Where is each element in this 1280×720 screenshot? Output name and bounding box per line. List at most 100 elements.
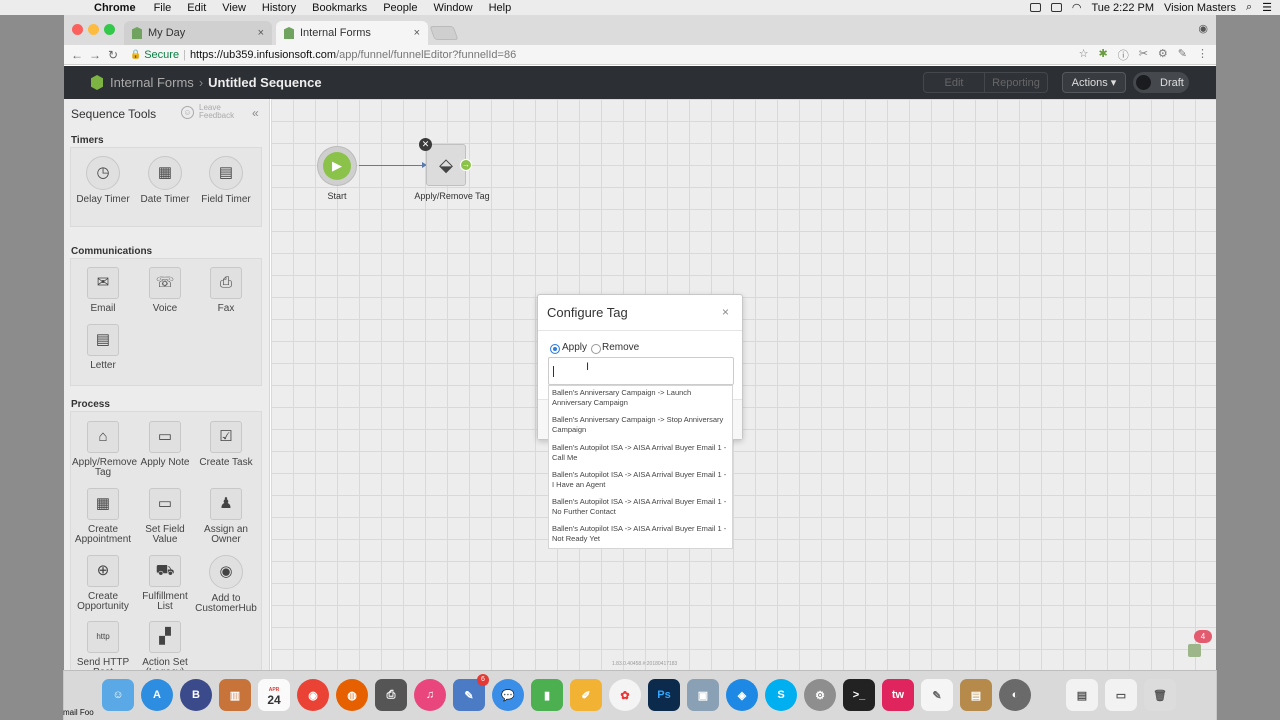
edit-mode-button[interactable]: Edit (923, 72, 985, 93)
tag-search-input[interactable] (548, 357, 734, 385)
page-title[interactable]: Untitled Sequence (208, 75, 321, 90)
pages-icon[interactable]: ✐ (570, 679, 602, 711)
safari-icon[interactable]: ◈ (726, 679, 758, 711)
tool-voice[interactable]: ☏ Voice (134, 267, 196, 314)
wifi-icon[interactable]: ◠ (1072, 1, 1082, 14)
menu-people[interactable]: People (383, 2, 417, 14)
terminal-icon[interactable]: >_ (843, 679, 875, 711)
tool-apply-remove-tag[interactable]: ⌂ Apply/Remove Tag (72, 421, 137, 478)
downloads-folder-icon[interactable]: ▭ (1105, 679, 1137, 711)
battery-icon[interactable] (1050, 3, 1062, 12)
motion-icon[interactable]: ◐ (999, 679, 1031, 711)
tag-option[interactable]: Ballen's Autopilot ISA -> AISA Arrival B… (549, 522, 732, 548)
system-preferences-icon[interactable]: ⚙ (804, 679, 836, 711)
menu-edit[interactable]: Edit (187, 2, 206, 14)
collapse-sidebar-icon[interactable]: « (252, 106, 259, 120)
tag-option[interactable]: Ballen's Autopilot ISA -> AISA Arrival B… (549, 441, 732, 468)
address-bar[interactable]: 🔒 Secure | https://ub359.infusionsoft.co… (130, 46, 1090, 63)
actions-dropdown-button[interactable]: Actions ▾ (1062, 72, 1126, 93)
messages-icon[interactable]: 💬 (492, 679, 524, 711)
tab-close-icon[interactable]: × (258, 27, 264, 39)
menu-view[interactable]: View (222, 2, 246, 14)
zoom-window-button[interactable] (104, 24, 115, 35)
new-tab-button[interactable] (429, 26, 459, 40)
finder-icon[interactable]: ☺ (102, 679, 134, 711)
trash-icon[interactable]: 🗑 (1144, 679, 1176, 711)
notification-center-icon[interactable]: ☰ (1262, 1, 1272, 14)
tool-fax[interactable]: ⎙ Fax (195, 267, 257, 314)
tag-option[interactable]: Ballen's Anniversary Campaign -> Launch … (549, 386, 732, 413)
remove-radio[interactable] (591, 344, 601, 354)
reporting-mode-button[interactable]: Reporting (984, 72, 1048, 93)
tool-date-timer[interactable]: ▦ Date Timer (134, 156, 196, 205)
numbers-icon[interactable]: ▮ (531, 679, 563, 711)
textedit-icon[interactable]: ✎ (921, 679, 953, 711)
tool-field-timer[interactable]: ▤ Field Timer (195, 156, 257, 205)
menubar-user[interactable]: Vision Masters (1164, 2, 1236, 14)
extension-icon[interactable]: ✱ (1098, 47, 1107, 63)
notebook-icon[interactable]: ▥ (219, 679, 251, 711)
skype-icon[interactable]: S (765, 679, 797, 711)
remove-radio-label[interactable]: Remove (602, 342, 639, 353)
firefox-icon[interactable]: ◍ (336, 679, 368, 711)
apply-radio[interactable] (550, 344, 560, 354)
screen-icon[interactable] (1029, 3, 1041, 12)
support-icon[interactable] (1188, 644, 1201, 657)
tool-add-to-customerhub[interactable]: ◉ Add to CustomerHub (195, 555, 257, 614)
sequence-connector[interactable] (359, 165, 425, 166)
spotlight-icon[interactable]: ⌕ (1246, 1, 1252, 14)
tool-email[interactable]: ✉ Email (72, 267, 134, 314)
image-capture-icon[interactable]: ▣ (687, 679, 719, 711)
tool-set-field-value[interactable]: ▭ Set Field Value (134, 488, 196, 545)
draft-toggle[interactable]: Draft (1133, 72, 1189, 93)
tool-letter[interactable]: ▤ Letter (72, 324, 134, 371)
close-window-button[interactable] (72, 24, 83, 35)
documents-folder-icon[interactable]: ▤ (1066, 679, 1098, 711)
tool-delay-timer[interactable]: ◷ Delay Timer (72, 156, 134, 205)
delete-node-icon[interactable]: ✕ (419, 138, 432, 151)
menu-app-name[interactable]: Chrome (94, 2, 136, 14)
tool-assign-owner[interactable]: ♟ Assign an Owner (195, 488, 257, 545)
tool-action-set-legacy[interactable]: ▞ Action Set (Legacy) (134, 621, 196, 670)
leave-feedback-link[interactable]: ☺ Leave Feedback (181, 104, 234, 120)
tool-fulfillment-list[interactable]: ⛟ Fulfillment List (134, 555, 196, 612)
extension-icon[interactable]: ✂ (1139, 47, 1148, 63)
tool-create-appointment[interactable]: ▦ Create Appointment (72, 488, 134, 545)
tag-option[interactable]: Ballen's Autopilot ISA -> AISA Arrival B… (549, 495, 732, 522)
profile-icon[interactable]: ◉ (1198, 22, 1208, 35)
tool-create-task[interactable]: ☑ Create Task (195, 421, 257, 468)
calendar-app-icon[interactable]: APR 24 (258, 679, 290, 711)
reload-icon[interactable]: ↻ (104, 48, 122, 62)
menu-dots-icon[interactable]: ⋮ (1197, 47, 1208, 63)
photos-icon[interactable]: ✿ (609, 679, 641, 711)
tool-create-opportunity[interactable]: ⊕ Create Opportunity (72, 555, 134, 612)
menu-file[interactable]: File (154, 2, 172, 14)
bookmark-star-icon[interactable]: ☆ (1079, 47, 1089, 63)
close-dialog-icon[interactable]: × (722, 305, 729, 319)
printer-icon[interactable]: ⎙ (375, 679, 407, 711)
apply-radio-label[interactable]: Apply (562, 342, 587, 353)
notification-badge[interactable]: 4 (1194, 630, 1212, 643)
menubar-clock[interactable]: Tue 2:22 PM (1091, 2, 1154, 14)
tag-option[interactable]: Ballen's Anniversary Campaign -> Stop An… (549, 413, 732, 440)
sequence-canvas[interactable]: ▶ Start ⬙ ✕ → Apply/Remove Tag (271, 99, 1216, 670)
itunes-icon[interactable]: ♫ (414, 679, 446, 711)
info-icon[interactable]: ⓘ (1118, 47, 1129, 63)
tab-close-icon[interactable]: × (414, 27, 420, 39)
node-output-connector-icon[interactable]: → (460, 159, 472, 171)
tweetdeck-icon[interactable]: tw (882, 679, 914, 711)
back-icon[interactable]: ← (68, 48, 86, 62)
menu-help[interactable]: Help (489, 2, 512, 14)
photoshop-icon[interactable]: Ps (648, 679, 680, 711)
bbedit-icon[interactable]: B (180, 679, 212, 711)
forward-icon[interactable]: → (86, 48, 104, 62)
minimize-window-button[interactable] (88, 24, 99, 35)
tool-send-http-post[interactable]: http Send HTTP Post (72, 621, 134, 670)
tool-apply-note[interactable]: ▭ Apply Note (134, 421, 196, 468)
chrome-icon[interactable]: ◉ (297, 679, 329, 711)
tab-internal-forms[interactable]: Internal Forms × (276, 21, 428, 45)
start-node[interactable]: ▶ (317, 146, 357, 186)
breadcrumb-parent[interactable]: Internal Forms (110, 75, 194, 90)
notes-icon[interactable]: ▤ (960, 679, 992, 711)
app-store-icon[interactable]: A (141, 679, 173, 711)
